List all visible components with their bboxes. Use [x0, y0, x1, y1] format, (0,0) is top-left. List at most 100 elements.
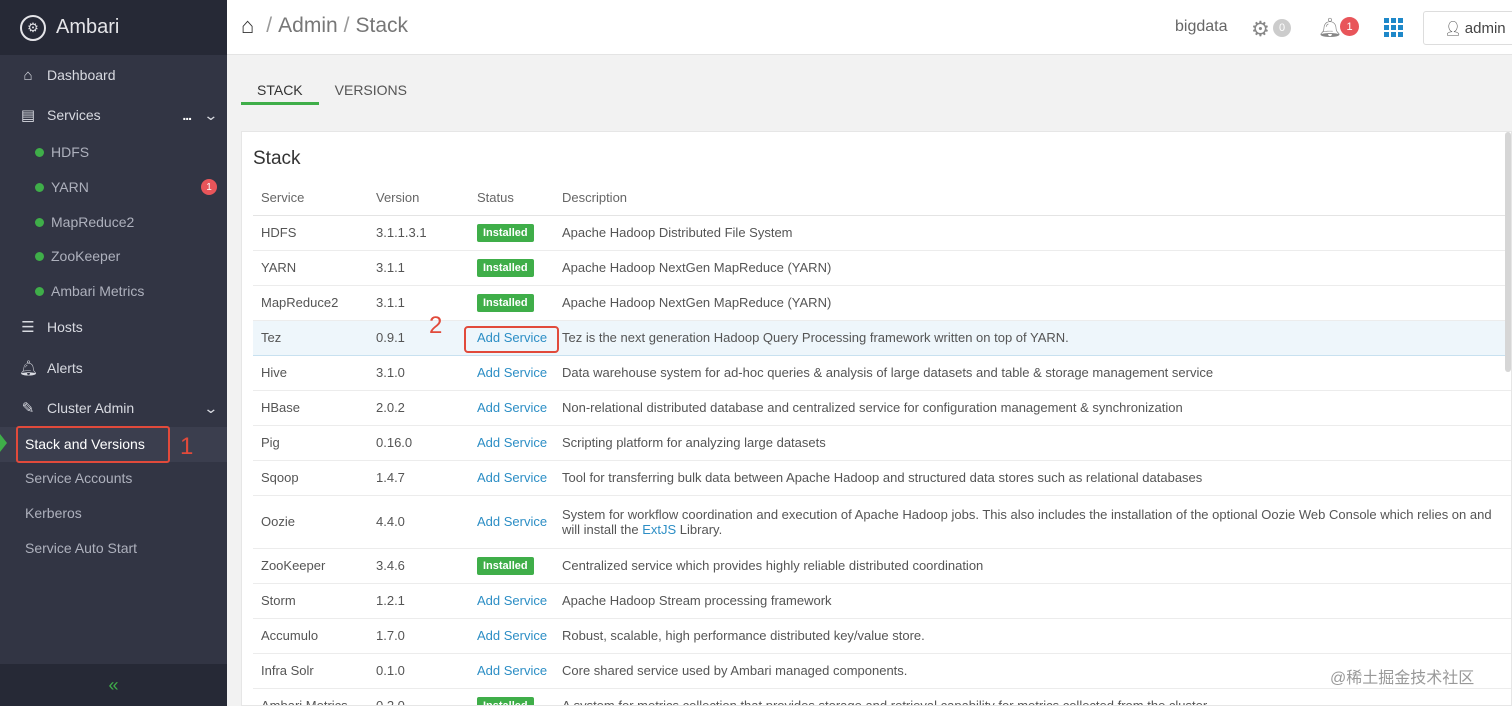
status-dot-icon — [35, 286, 44, 296]
table-header-row: Service Version Status Description — [253, 181, 1511, 216]
add-service-link[interactable]: Add Service — [477, 593, 547, 608]
status-dot-icon — [35, 217, 44, 227]
description-text: Apache Hadoop Stream processing framewor… — [562, 593, 832, 608]
cell-status: Add Service — [469, 583, 554, 619]
cell-description: Apache Hadoop Stream processing framewor… — [554, 583, 1511, 619]
status-dot-icon — [35, 147, 44, 157]
table-row: Oozie 4.4.0 Add Service System for workflow… — [253, 495, 1511, 549]
description-text: Data warehouse system for ad-hoc queries… — [562, 365, 1214, 380]
cell-service: ZooKeeper — [253, 548, 368, 584]
sidebar-service-label: YARN — [51, 179, 89, 195]
sidebar-item-label: Hosts — [47, 319, 83, 335]
home-icon: ⌂ — [23, 66, 33, 84]
user-name: admin — [1464, 19, 1506, 37]
cell-status: Add Service — [469, 390, 554, 426]
cell-version: 2.0.2 — [368, 390, 469, 426]
cell-version: 3.1.0 — [368, 355, 469, 391]
sidebar-item-cluster-admin[interactable]: ✎ Cluster Admin ⌄ — [0, 396, 227, 420]
breadcrumb: ⌂ / Admin / Stack — [241, 13, 408, 39]
alerts-count-badge[interactable]: 1 — [1340, 17, 1359, 36]
sidebar-service-ambari-metrics[interactable]: Ambari Metrics — [0, 282, 227, 300]
installed-badge: Installed — [477, 258, 534, 277]
sidebar-service-mapreduce2[interactable]: MapReduce2 — [0, 213, 227, 231]
stack-table: Service Version Status Description HDFS 3… — [253, 181, 1511, 705]
description-text: Core shared service used by Ambari manag… — [562, 663, 908, 678]
cell-version: 3.1.1.3.1 — [368, 215, 469, 251]
cell-description: Apache Hadoop NextGen MapReduce (YARN) — [554, 285, 1511, 321]
top-bar: ⌂ / Admin / Stack bigdata ⚙ 0 🔔︎ 1 👤︎ ad… — [227, 0, 1512, 55]
background-ops-gear-icon[interactable]: ⚙ — [1251, 17, 1270, 42]
status-dot-icon — [35, 182, 44, 192]
add-service-link[interactable]: Add Service — [477, 663, 547, 678]
sidebar-item-service-accounts[interactable]: Service Accounts — [0, 470, 227, 488]
add-service-link[interactable]: Add Service — [477, 628, 547, 643]
cell-version: 0.9.1 — [368, 319, 469, 356]
installed-badge: Installed — [477, 696, 534, 705]
tab-versions[interactable]: VERSIONS — [319, 76, 423, 105]
cell-service: Tez — [253, 319, 368, 356]
alert-count-badge: 1 — [201, 179, 217, 195]
sidebar-service-label: HDFS — [51, 144, 90, 160]
tab-stack[interactable]: STACK — [241, 76, 319, 105]
sidebar-service-label: ZooKeeper — [51, 248, 121, 264]
table-row: HBase 2.0.2 Add Service Non-relational dist… — [253, 390, 1511, 426]
cell-status: Installed — [469, 688, 554, 705]
sidebar-service-hdfs[interactable]: HDFS — [0, 143, 227, 161]
vertical-scrollbar[interactable] — [1505, 132, 1511, 372]
cell-status: Installed — [469, 250, 554, 286]
sidebar-item-alerts[interactable]: 🔔︎ Alerts — [0, 356, 227, 380]
alerts-bell-icon[interactable]: 🔔︎ — [1318, 16, 1342, 40]
description-text: Centralized service which provides highl… — [562, 558, 984, 573]
description-text: Apache Hadoop NextGen MapReduce (YARN) — [562, 260, 832, 275]
extjs-link[interactable]: ExtJS — [642, 522, 676, 537]
table-row: Accumulo 1.7.0 Add Service Robust, scalable… — [253, 618, 1511, 654]
cell-version: 0.1.0 — [368, 653, 469, 689]
brand[interactable]: ⚙ Ambari — [0, 0, 227, 55]
sidebar-item-kerberos[interactable]: Kerberos — [0, 505, 227, 523]
sidebar-service-yarn[interactable]: YARN 1 — [0, 178, 227, 196]
cell-status: Add Service — [469, 653, 554, 689]
user-menu-button[interactable]: 👤︎ admin — [1423, 11, 1512, 45]
more-actions-icon[interactable]: ... — [182, 107, 192, 123]
add-service-link[interactable]: Add Service — [477, 365, 547, 380]
table-row: HDFS 3.1.1.3.1 Installed Apache Hadoop Dist… — [253, 215, 1511, 251]
cell-description: System for workflow coordination and exe… — [554, 495, 1511, 549]
breadcrumb-admin[interactable]: Admin — [278, 14, 338, 38]
add-service-link[interactable]: Add Service — [477, 400, 547, 415]
description-text: Robust, scalable, high performance distr… — [562, 628, 925, 643]
cell-version: 3.1.1 — [368, 285, 469, 321]
wrench-icon: ✎ — [21, 400, 35, 417]
annotation-step-2: 2 — [429, 312, 443, 339]
column-header-description: Description — [554, 181, 1511, 216]
sidebar-item-services[interactable]: ▤ Services ... ⌄ — [0, 103, 227, 127]
sidebar-service-zookeeper[interactable]: ZooKeeper — [0, 247, 227, 265]
ops-count-badge[interactable]: 0 — [1273, 19, 1291, 37]
chevron-down-icon[interactable]: ⌄ — [204, 400, 219, 417]
brand-title: Ambari — [56, 16, 120, 38]
cluster-name: bigdata — [1175, 18, 1228, 35]
home-icon[interactable]: ⌂ — [241, 13, 254, 39]
description-text: Scripting platform for analyzing large d… — [562, 435, 826, 450]
collapse-sidebar-button[interactable]: « — [0, 664, 227, 706]
table-row: ZooKeeper 3.4.6 Installed Centralized servi… — [253, 548, 1511, 584]
views-grid-icon[interactable] — [1384, 18, 1404, 37]
chevron-down-icon[interactable]: ⌄ — [204, 107, 219, 124]
add-service-link[interactable]: Add Service — [477, 470, 547, 485]
cell-service: Pig — [253, 425, 368, 461]
sidebar-item-hosts[interactable]: ☰ Hosts — [0, 315, 227, 339]
table-row: Sqoop 1.4.7 Add Service Tool for transferri… — [253, 460, 1511, 496]
sidebar-item-dashboard[interactable]: ⌂ Dashboard — [0, 63, 227, 87]
add-service-link[interactable]: Add Service — [477, 514, 547, 529]
add-service-link[interactable]: Add Service — [477, 435, 547, 450]
cell-status: Add Service — [469, 355, 554, 391]
stack-panel: Stack Service Version Status Description… — [241, 131, 1512, 706]
user-icon: 👤︎ — [1444, 19, 1462, 36]
cell-description: Tool for transferring bulk data between … — [554, 460, 1511, 496]
description-tail: Library. — [676, 521, 723, 537]
tab-bar: STACK VERSIONS — [241, 76, 423, 106]
description-text: Tez is the next generation Hadoop Query … — [562, 330, 1069, 345]
sidebar-item-service-auto-start[interactable]: Service Auto Start — [0, 540, 227, 558]
cell-status: Add Service — [469, 460, 554, 496]
cell-status: Add Service — [469, 495, 554, 549]
cell-status: Add Service — [469, 425, 554, 461]
